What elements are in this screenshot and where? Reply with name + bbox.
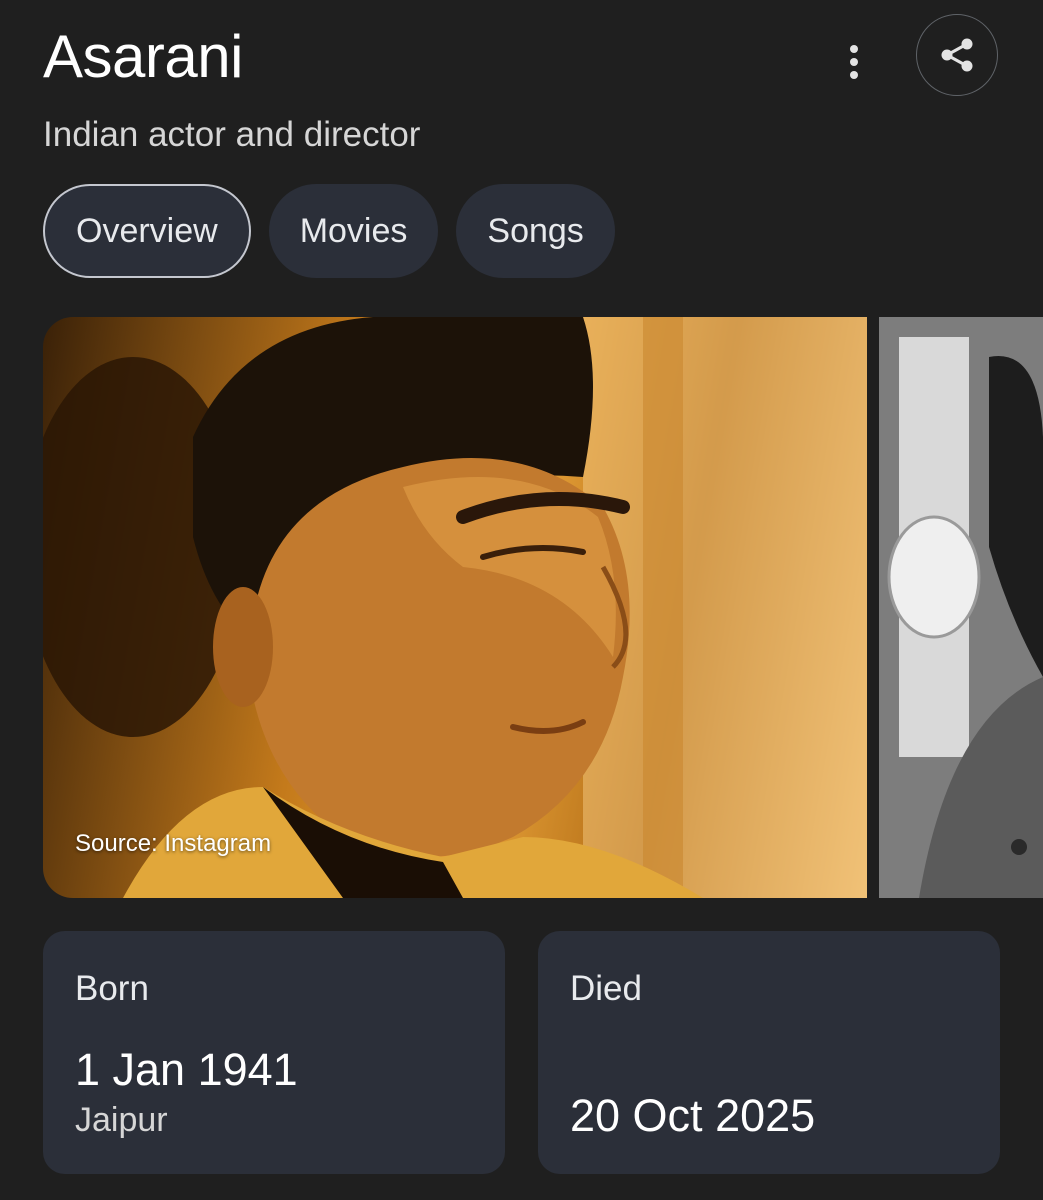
page-subtitle: Indian actor and director	[43, 115, 421, 154]
born-label: Born	[75, 969, 149, 1008]
died-card[interactable]: Died 20 Oct 2025	[538, 931, 1000, 1174]
share-icon	[941, 38, 973, 72]
tab-songs[interactable]: Songs	[456, 184, 615, 278]
died-label: Died	[570, 969, 642, 1008]
main-photo[interactable]: Source: Instagram	[43, 317, 867, 898]
born-place: Jaipur	[75, 1101, 168, 1139]
born-card[interactable]: Born 1 Jan 1941 Jaipur	[43, 931, 505, 1174]
died-date: 20 Oct 2025	[570, 1090, 816, 1141]
image-source-label: Source: Instagram	[75, 830, 272, 857]
tab-bar: Overview Movies Songs	[43, 184, 615, 278]
share-button[interactable]	[916, 14, 998, 96]
born-date: 1 Jan 1941	[75, 1044, 298, 1095]
tab-movies[interactable]: Movies	[268, 184, 439, 278]
more-options-button[interactable]	[830, 38, 878, 86]
more-vert-icon	[850, 45, 858, 79]
secondary-photo[interactable]	[879, 317, 1043, 898]
portrait-illustration	[43, 317, 867, 898]
secondary-photo-illustration	[879, 317, 1043, 898]
page-title: Asarani	[43, 23, 243, 90]
tab-overview[interactable]: Overview	[43, 184, 251, 278]
